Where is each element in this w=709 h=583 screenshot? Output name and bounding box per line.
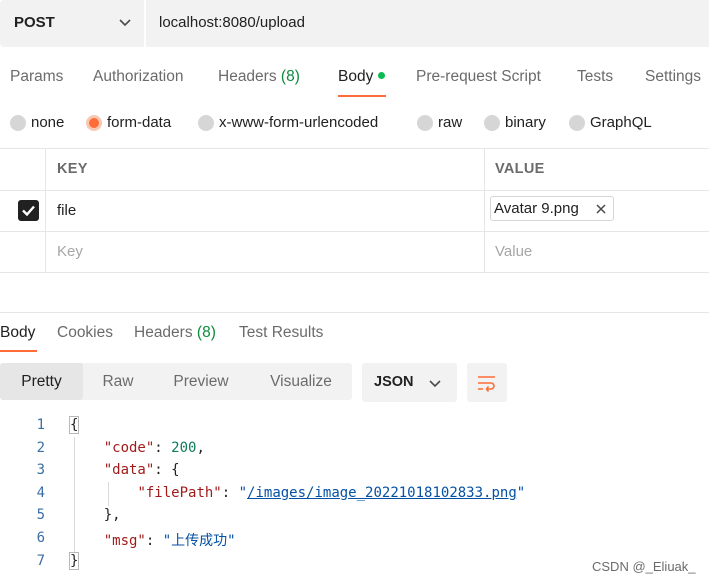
- tab-params[interactable]: Params: [10, 68, 63, 86]
- line-number: 4: [36, 485, 45, 501]
- json-brace: {: [68, 416, 80, 434]
- radio-circle-icon: [417, 115, 433, 131]
- tab-prerequest-script[interactable]: Pre-request Script: [416, 68, 541, 86]
- json-key: "filePath": [137, 485, 222, 501]
- close-icon[interactable]: [594, 202, 608, 216]
- form-data-table: KEY VALUE file Avatar 9.png Key Value: [0, 148, 709, 273]
- active-response-tab-indicator: [0, 350, 37, 352]
- response-body-viewer[interactable]: 1 2 3 4 5 6 7 { "code": 200, "data": { "…: [0, 413, 709, 578]
- radio-circle-icon: [484, 115, 500, 131]
- json-string-link[interactable]: "/images/image_20221018102833.png": [239, 485, 526, 501]
- tab-tests[interactable]: Tests: [577, 68, 613, 86]
- code-line-2: "code": 200,: [103, 440, 205, 456]
- json-string: "上传成功": [162, 533, 236, 549]
- tab-settings[interactable]: Settings: [645, 68, 701, 86]
- watermark: CSDN @_Eliuak_: [592, 559, 696, 574]
- tab-headers-count: (8): [280, 68, 300, 85]
- tab-authorization[interactable]: Authorization: [93, 68, 183, 86]
- response-tab-headers-count: (8): [196, 324, 216, 341]
- param-key-cell[interactable]: file: [57, 202, 76, 219]
- url-text: localhost:8080/upload: [159, 14, 305, 31]
- radio-circle-icon: [10, 115, 26, 131]
- request-tabs: Params Authorization Headers (8) Body Pr…: [0, 62, 709, 100]
- url-input[interactable]: localhost:8080/upload: [146, 0, 709, 47]
- table-divider: [0, 148, 709, 149]
- radio-none-label: none: [31, 114, 65, 131]
- response-tab-test-results[interactable]: Test Results: [239, 324, 323, 342]
- radio-binary-label: binary: [505, 114, 546, 131]
- json-number: 200: [171, 440, 197, 456]
- response-tab-body[interactable]: Body: [0, 324, 35, 342]
- tab-body-label: Body: [338, 68, 374, 85]
- code-line-3: "data": {: [103, 462, 180, 478]
- response-tab-headers-label: Headers: [134, 324, 193, 341]
- line-number: 3: [36, 462, 45, 478]
- file-chip-name: Avatar 9.png: [494, 200, 579, 217]
- method-label: POST: [14, 14, 55, 31]
- code-line-4: "filePath": "/images/image_2022101810283…: [137, 485, 526, 501]
- line-number: 5: [36, 507, 45, 523]
- radio-form-data-label: form-data: [107, 114, 172, 131]
- active-tab-indicator: [338, 95, 386, 97]
- table-column-divider: [484, 148, 485, 272]
- table-divider: [0, 190, 709, 191]
- tab-headers[interactable]: Headers (8): [218, 68, 300, 86]
- json-key: "data": [103, 462, 155, 478]
- text-wrap-icon: [478, 376, 495, 392]
- line-number: 2: [36, 440, 45, 456]
- format-raw-button[interactable]: Raw: [88, 363, 148, 400]
- code-line-7: }: [68, 552, 80, 570]
- key-placeholder-input[interactable]: Key: [57, 243, 83, 260]
- radio-circle-icon: [569, 115, 585, 131]
- method-select[interactable]: POST: [0, 0, 144, 47]
- table-divider: [0, 231, 709, 232]
- file-chip[interactable]: Avatar 9.png: [490, 196, 614, 221]
- language-select[interactable]: JSON: [362, 363, 457, 402]
- table-divider: [0, 272, 709, 273]
- json-link-text[interactable]: /images/image_20221018102833.png: [247, 485, 517, 501]
- radio-urlencoded-label: x-www-form-urlencoded: [219, 114, 379, 131]
- body-type-options: none form-data x-www-form-urlencoded raw…: [0, 110, 709, 138]
- response-tab-cookies[interactable]: Cookies: [57, 324, 113, 342]
- tab-headers-label: Headers: [218, 68, 277, 85]
- line-number: 6: [36, 530, 45, 546]
- line-number: 7: [36, 553, 45, 569]
- table-column-divider: [45, 148, 46, 272]
- format-toggle-group: Pretty Raw Preview Visualize: [0, 363, 352, 400]
- json-brace: }: [68, 552, 80, 570]
- format-visualize-button[interactable]: Visualize: [254, 363, 348, 400]
- radio-graphql-label: GraphQL: [590, 114, 652, 131]
- json-key: "msg": [103, 533, 146, 549]
- language-select-label: JSON: [374, 374, 414, 390]
- tab-body[interactable]: Body: [338, 68, 386, 86]
- line-number: 1: [36, 417, 45, 433]
- code-line-5: },: [70, 507, 121, 523]
- value-placeholder-input[interactable]: Value: [495, 243, 532, 260]
- json-key: "code": [103, 440, 155, 456]
- format-pretty-button[interactable]: Pretty: [0, 363, 83, 400]
- response-tabs: Body Cookies Headers (8) Test Results: [0, 312, 709, 354]
- key-column-header: KEY: [57, 161, 88, 177]
- chevron-down-icon: [429, 380, 441, 388]
- request-url-bar: POST localhost:8080/upload: [0, 0, 709, 47]
- checkbox-checked-icon[interactable]: [18, 200, 39, 221]
- code-line-1: {: [68, 416, 80, 434]
- text-wrap-button[interactable]: [467, 363, 507, 402]
- value-column-header: VALUE: [495, 161, 545, 177]
- chevron-down-icon: [119, 19, 131, 27]
- radio-selected-icon: [86, 115, 102, 131]
- body-active-dot-icon: [378, 72, 386, 79]
- code-line-6: "msg": "上传成功": [103, 533, 236, 549]
- response-tab-headers[interactable]: Headers (8): [134, 324, 216, 342]
- format-preview-button[interactable]: Preview: [163, 363, 239, 400]
- radio-circle-icon: [198, 115, 214, 131]
- radio-raw-label: raw: [438, 114, 463, 131]
